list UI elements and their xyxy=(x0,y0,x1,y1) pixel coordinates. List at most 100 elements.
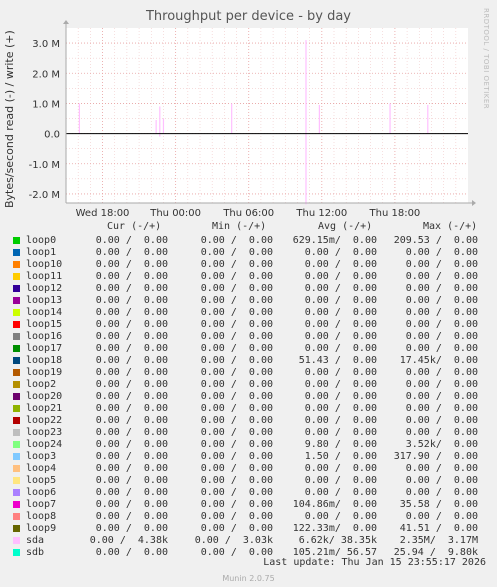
legend-cur-value: 0.00 / 0.00 xyxy=(95,523,168,534)
legend-avg-value: 0.00 / 0.00 xyxy=(304,403,377,414)
legend-min-value: 0.00 / 0.00 xyxy=(200,247,273,258)
legend-cur-value: 0.00 / 0.00 xyxy=(95,499,168,510)
legend-cur-value: 0.00 / 0.00 xyxy=(95,319,168,330)
legend-name: sda xyxy=(26,535,45,546)
legend-swatch xyxy=(13,417,20,424)
legend-name: loop24 xyxy=(26,439,63,450)
legend-max-value: 17.45k/ 0.00 xyxy=(399,355,478,366)
legend-swatch xyxy=(13,477,20,484)
legend-row: loop4 0.00 / 0.00 0.00 / 0.00 0.00 / 0.00 0.… xyxy=(0,463,497,475)
legend-row: loop6 0.00 / 0.00 0.00 / 0.00 0.00 / 0.00 0.… xyxy=(0,487,497,499)
legend-min-value: 0.00 / 0.00 xyxy=(200,331,273,342)
legend-avg-value: 104.86m/ 0.00 xyxy=(292,499,377,510)
legend-swatch xyxy=(13,513,20,520)
legend-max-value: 0.00 / 0.00 xyxy=(405,475,478,486)
throughput-chart: 3.0 M 2.0 M 1.0 M 0.0 -1.0 M -2.0 M Wed 18:00… xyxy=(29,20,476,219)
legend-min-value: 0.00 / 0.00 xyxy=(200,487,273,498)
legend-cur-value: 0.00 / 0.00 xyxy=(95,295,168,306)
legend-min-value: 0.00 / 0.00 xyxy=(200,475,273,486)
y-tick-label: 1.0 M xyxy=(32,99,60,110)
legend-avg-value: 0.00 / 0.00 xyxy=(304,475,377,486)
legend-max-value: 2.35M/ 3.17M xyxy=(399,535,478,546)
legend-name: loop17 xyxy=(26,343,63,354)
x-tick-label: Wed 18:00 xyxy=(76,208,130,219)
legend-min-value: 0.00 / 3.03k xyxy=(194,535,273,546)
legend-swatch xyxy=(13,357,20,364)
legend-swatch xyxy=(13,501,20,508)
legend-row: loop15 0.00 / 0.00 0.00 / 0.00 0.00 / 0.00 0… xyxy=(0,319,497,331)
legend-row: loop10 0.00 / 0.00 0.00 / 0.00 0.00 / 0.00 0… xyxy=(0,259,497,271)
y-tick-label: -1.0 M xyxy=(29,160,60,171)
legend-row: loop5 0.00 / 0.00 0.00 / 0.00 0.00 / 0.00 0.… xyxy=(0,475,497,487)
legend-cur-value: 0.00 / 0.00 xyxy=(95,235,168,246)
legend-max-value: 0.00 / 0.00 xyxy=(405,247,478,258)
legend-cur-value: 0.00 / 0.00 xyxy=(95,487,168,498)
legend-min-value: 0.00 / 0.00 xyxy=(200,367,273,378)
legend-avg-value: 51.43 / 0.00 xyxy=(298,355,377,366)
legend-max-value: 0.00 / 0.00 xyxy=(405,283,478,294)
legend-cur-value: 0.00 / 0.00 xyxy=(95,451,168,462)
legend-max-value: 0.00 / 0.00 xyxy=(405,487,478,498)
legend-max-value: 0.00 / 0.00 xyxy=(405,511,478,522)
legend-cur-value: 0.00 / 0.00 xyxy=(95,463,168,474)
legend-avg-value: 9.80 / 0.00 xyxy=(304,439,377,450)
legend-swatch xyxy=(13,441,20,448)
legend-cur-value: 0.00 / 0.00 xyxy=(95,247,168,258)
legend-min-value: 0.00 / 0.00 xyxy=(200,271,273,282)
legend-swatch xyxy=(13,273,20,280)
legend-row: loop0 0.00 / 0.00 0.00 / 0.00 629.15m/ 0.00… xyxy=(0,235,497,247)
legend-swatch xyxy=(13,309,20,316)
legend-cur-value: 0.00 / 0.00 xyxy=(95,427,168,438)
legend-max-value: 0.00 / 0.00 xyxy=(405,427,478,438)
legend-avg-value: 0.00 / 0.00 xyxy=(304,391,377,402)
legend-swatch xyxy=(13,549,20,556)
legend-name: loop7 xyxy=(26,499,57,510)
legend-header-avg: Avg (-/+) xyxy=(318,221,373,232)
x-tick-label: Thu 06:00 xyxy=(222,208,274,219)
legend-name: loop22 xyxy=(26,415,63,426)
legend-swatch xyxy=(13,369,20,376)
legend-cur-value: 0.00 / 0.00 xyxy=(95,271,168,282)
legend-name: loop3 xyxy=(26,451,57,462)
legend-row: loop7 0.00 / 0.00 0.00 / 0.00 104.86m/ 0.00… xyxy=(0,499,497,511)
legend-header-cur: Cur (-/+) xyxy=(107,221,162,232)
legend-max-value: 0.00 / 0.00 xyxy=(405,463,478,474)
legend-max-value: 0.00 / 0.00 xyxy=(405,331,478,342)
legend-swatch xyxy=(13,489,20,496)
legend-row: loop12 0.00 / 0.00 0.00 / 0.00 0.00 / 0.00 0… xyxy=(0,283,497,295)
legend-name: loop13 xyxy=(26,295,63,306)
legend-min-value: 0.00 / 0.00 xyxy=(200,355,273,366)
legend-max-value: 41.51 / 0.00 xyxy=(399,523,478,534)
legend-row: loop20 0.00 / 0.00 0.00 / 0.00 0.00 / 0.00 0… xyxy=(0,391,497,403)
legend-avg-value: 629.15m/ 0.00 xyxy=(292,235,377,246)
legend-max-value: 35.58 / 0.00 xyxy=(399,499,478,510)
legend-cur-value: 0.00 / 0.00 xyxy=(95,475,168,486)
legend-max-value: 0.00 / 0.00 xyxy=(405,379,478,390)
legend-avg-value: 0.00 / 0.00 xyxy=(304,415,377,426)
legend-swatch xyxy=(13,525,20,532)
legend-min-value: 0.00 / 0.00 xyxy=(200,283,273,294)
legend-cur-value: 0.00 / 0.00 xyxy=(95,379,168,390)
legend-max-value: 0.00 / 0.00 xyxy=(405,415,478,426)
legend-swatch xyxy=(13,465,20,472)
legend-row: loop18 0.00 / 0.00 0.00 / 0.00 51.43 / 0.00… xyxy=(0,355,497,367)
legend-name: loop12 xyxy=(26,283,63,294)
y-tick-label: 0.0 xyxy=(44,130,60,141)
legend-min-value: 0.00 / 0.00 xyxy=(200,439,273,450)
legend-avg-value: 1.50 / 0.00 xyxy=(304,451,377,462)
legend-max-value: 0.00 / 0.00 xyxy=(405,271,478,282)
legend-swatch xyxy=(13,405,20,412)
legend-min-value: 0.00 / 0.00 xyxy=(200,451,273,462)
x-axis-arrow-icon xyxy=(472,200,476,206)
legend-cur-value: 0.00 / 0.00 xyxy=(95,511,168,522)
legend-min-value: 0.00 / 0.00 xyxy=(200,415,273,426)
legend-min-value: 0.00 / 0.00 xyxy=(200,511,273,522)
legend-name: loop2 xyxy=(26,379,57,390)
legend-row: loop1 0.00 / 0.00 0.00 / 0.00 0.00 / 0.00 0.… xyxy=(0,247,497,259)
legend-cur-value: 0.00 / 0.00 xyxy=(95,307,168,318)
legend-swatch xyxy=(13,321,20,328)
legend-max-value: 0.00 / 0.00 xyxy=(405,391,478,402)
legend-row: loop22 0.00 / 0.00 0.00 / 0.00 0.00 / 0.00 0… xyxy=(0,415,497,427)
legend-swatch xyxy=(13,393,20,400)
legend-cur-value: 0.00 / 0.00 xyxy=(95,391,168,402)
